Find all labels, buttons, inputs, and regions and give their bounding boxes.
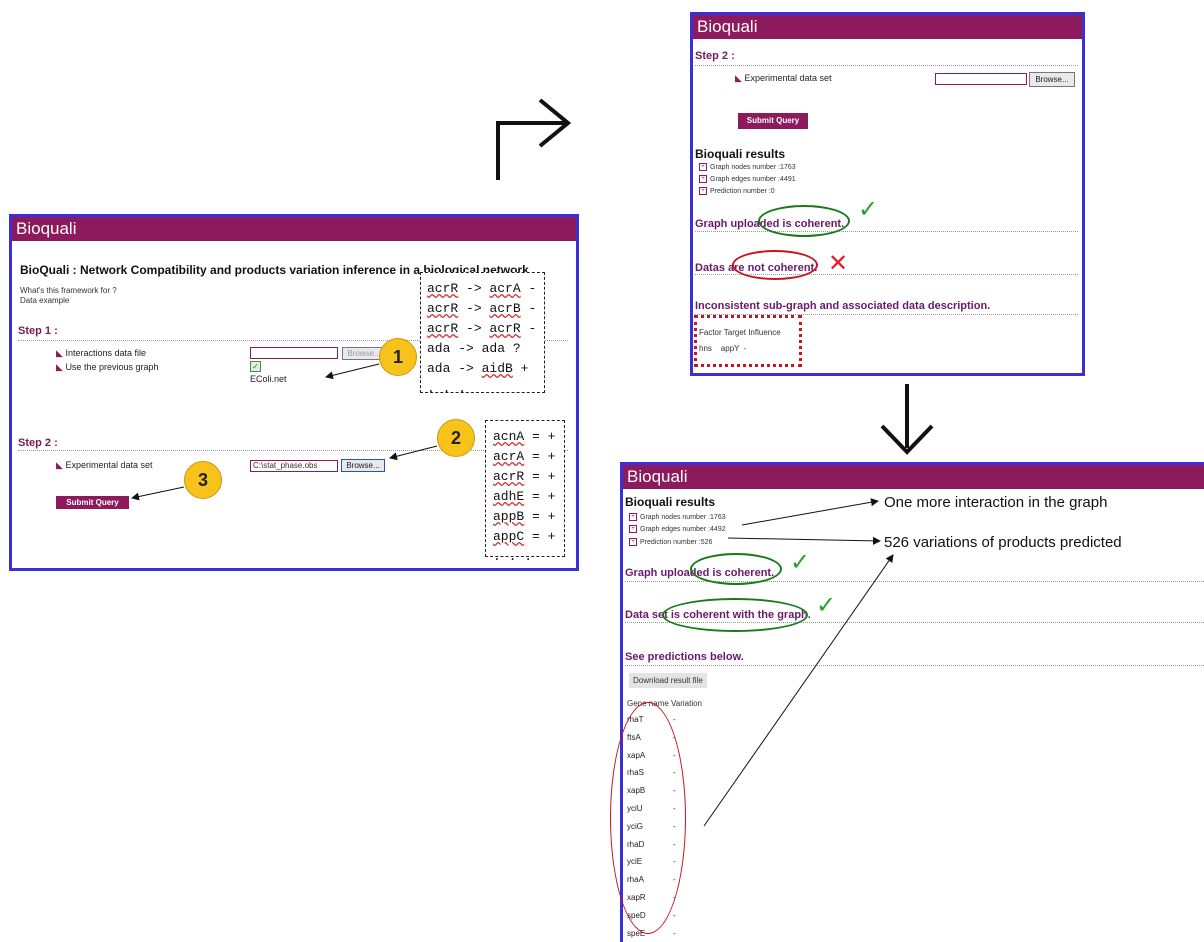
panel1-header: Bioquali [12, 217, 576, 241]
use-previous-label: ◣ Use the previous graph [56, 362, 159, 372]
panel2-edges: + Graph edges number :4491 [699, 175, 796, 183]
code-ellipsis: . . . [427, 381, 467, 396]
arrow-icon: ◣ [56, 348, 63, 358]
experimental-input[interactable]: C:\stat_phase.obs [250, 460, 338, 472]
annotation-variations: 526 variations of products predicted [884, 534, 1122, 551]
arrow-icon: ◣ [735, 73, 742, 83]
panel2-experimental-input[interactable] [935, 73, 1027, 85]
check-icon: ✓ [790, 549, 811, 576]
panel3-see-predictions: See predictions below. [625, 651, 744, 663]
panel3-predictions: + Prediction number :526 [629, 538, 712, 546]
experimental-label: ◣ Experimental data set [56, 460, 153, 470]
panel-step-one: Bioquali BioQuali : Network Compatibilit… [9, 214, 579, 571]
annotation-one-more: One more interaction in the graph [884, 494, 1108, 511]
panel3-results-title: Bioquali results [625, 495, 716, 509]
expand-icon[interactable]: + [629, 525, 637, 533]
use-previous-checkbox[interactable]: ✓ [250, 361, 261, 372]
panel3-graph-ellipse [690, 553, 782, 585]
panel2-inconsistent: Inconsistent sub-graph and associated da… [695, 300, 991, 312]
code-row: acrR -> acrB - [427, 301, 537, 316]
panel2-results-title: Bioquali results [695, 147, 786, 161]
download-button[interactable]: Download result file [629, 673, 707, 688]
graph-coherent-ellipse [758, 205, 850, 237]
callout-3: 3 [184, 461, 222, 499]
code-row: appB = + [493, 509, 556, 524]
panel2-header: Bioquali [693, 15, 1082, 39]
code-row: ada -> ada ? [427, 341, 521, 356]
panel2-submit-button[interactable]: Submit Query [738, 113, 808, 129]
code-row: ada -> aidB + [427, 361, 529, 376]
interactions-example-box: acrR -> acrA - acrR -> acrB - acrR -> ac… [420, 272, 545, 396]
panel2-predictions: + Prediction number :0 [699, 187, 775, 195]
link-data-example[interactable]: Data example [20, 296, 69, 305]
expand-icon[interactable]: + [629, 513, 637, 521]
code-row: acrA = + [493, 449, 556, 464]
check-icon: ✓ [816, 592, 837, 619]
panel3-dataset-ellipse [662, 598, 808, 632]
expand-icon[interactable]: + [699, 163, 707, 171]
panel3-edges: + Graph edges number :4492 [629, 525, 726, 533]
code-ellipsis: . . . [493, 549, 533, 564]
panel2-nodes: + Graph nodes number :1763 [699, 163, 796, 171]
code-row: acnA = + [493, 429, 556, 444]
arrow-icon: ◣ [56, 460, 63, 470]
code-row: acrR -> acrR - [427, 321, 537, 336]
gene-list-ellipse [610, 702, 686, 934]
cross-icon: ✕ [828, 250, 849, 277]
expand-icon[interactable]: + [629, 538, 637, 546]
code-row: appC = + [493, 529, 556, 544]
ecoli-label: EColi.net [250, 374, 287, 384]
step1-heading: Step 1 : [18, 325, 58, 337]
check-icon: ✓ [858, 196, 879, 223]
inconsistent-subgraph-box [694, 315, 802, 367]
panel2-step2: Step 2 : [695, 50, 735, 62]
panel2-experimental-label: ◣ Experimental data set [735, 73, 832, 83]
expand-icon[interactable]: + [699, 175, 707, 183]
code-row: adhE = + [493, 489, 556, 504]
interactions-label: ◣ Interactions data file [56, 348, 146, 358]
experimental-browse-button[interactable]: Browse... [341, 459, 385, 472]
callout-2: 2 [437, 419, 475, 457]
panel3-header: Bioquali [623, 465, 1204, 489]
submit-query-button[interactable]: Submit Query [56, 496, 129, 509]
expand-icon[interactable]: + [699, 187, 707, 195]
interactions-input[interactable] [250, 347, 338, 359]
panel3-nodes: + Graph nodes number :1763 [629, 513, 726, 521]
panel2-browse-button[interactable]: Browse... [1029, 72, 1075, 87]
bent-arrow-icon [496, 121, 565, 180]
code-row: acrR = + [493, 469, 556, 484]
callout-1: 1 [379, 338, 417, 376]
not-coherent-ellipse [732, 250, 818, 280]
experimental-example-box: acnA = + acrA = + acrR = + adhE = + appB… [485, 420, 565, 564]
code-row: acrR -> acrA - [427, 281, 537, 296]
step2-heading: Step 2 : [18, 437, 58, 449]
arrow-icon: ◣ [56, 362, 63, 372]
link-framework[interactable]: What's this framework for ? [20, 286, 117, 295]
